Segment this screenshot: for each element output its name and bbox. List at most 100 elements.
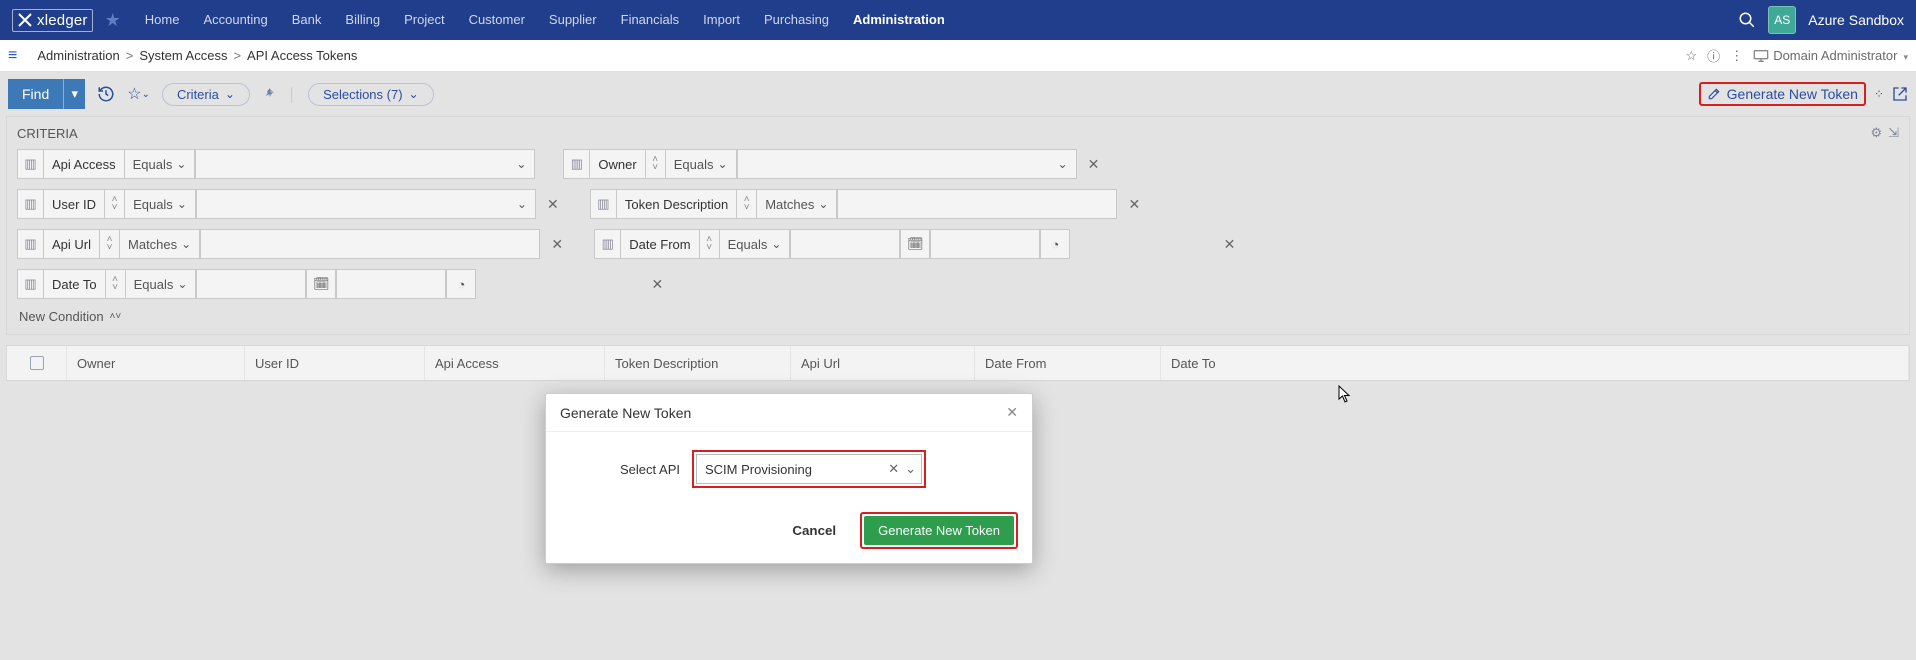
cancel-button[interactable]: Cancel (782, 512, 846, 549)
role-switcher[interactable]: Domain Administrator (1753, 48, 1908, 63)
generate-token-submit-button[interactable]: Generate New Token (864, 516, 1014, 545)
remove-cond-icon[interactable]: ✕ (548, 236, 566, 253)
criteria-settings-icon[interactable]: ⚙ (1870, 125, 1882, 141)
calendar-icon[interactable]: 🗓 (900, 229, 930, 259)
sort-toggle-icon[interactable]: ˄˅ (99, 229, 119, 259)
dropdown-toggle-icon[interactable]: ⌄ (905, 461, 916, 477)
pin-icon[interactable] (262, 86, 276, 102)
cond-op-select[interactable]: Equals (125, 269, 197, 299)
cond-label: Owner (589, 149, 644, 179)
favorite-star-icon[interactable]: ★ (105, 10, 121, 31)
user-avatar[interactable]: AS (1768, 6, 1796, 34)
open-external-icon[interactable] (1892, 86, 1908, 102)
cond-handle-icon[interactable]: ▥ (17, 149, 43, 179)
cond-op-select[interactable]: Equals (719, 229, 791, 259)
cond-date-value[interactable] (196, 269, 306, 299)
cond-date-value[interactable] (790, 229, 900, 259)
col-owner[interactable]: Owner (67, 346, 245, 380)
cond-api-access: ▥ Api Access Equals (17, 149, 535, 179)
sort-toggle-icon[interactable]: ˄˅ (736, 189, 756, 219)
cond-date-value-2[interactable] (336, 269, 446, 299)
cond-handle-icon[interactable]: ▥ (17, 229, 43, 259)
select-api-label: Select API (560, 462, 680, 477)
criteria-chip[interactable]: Criteria (162, 83, 250, 106)
cond-value-input[interactable] (837, 189, 1117, 219)
nav-bank[interactable]: Bank (280, 0, 334, 40)
remove-cond-icon[interactable]: ✕ (1125, 196, 1143, 213)
col-token-description[interactable]: Token Description (605, 346, 791, 380)
find-button[interactable]: Find ▾ (8, 79, 85, 109)
nav-billing[interactable]: Billing (333, 0, 392, 40)
nav-project[interactable]: Project (392, 0, 456, 40)
kebab-menu-icon[interactable]: ⋮ (1730, 48, 1743, 64)
clock-icon[interactable]: ◔ (1040, 229, 1070, 259)
criteria-pin-icon[interactable]: ⇲ (1888, 125, 1899, 141)
cond-op-select[interactable]: Equals (665, 149, 737, 179)
cond-handle-icon[interactable]: ▥ (17, 269, 43, 299)
col-date-to[interactable]: Date To (1161, 346, 1909, 380)
cond-value-input[interactable] (200, 229, 540, 259)
cond-value-input[interactable] (195, 149, 535, 179)
new-condition-button[interactable]: New Condition ˄˅ (17, 309, 1899, 324)
remove-cond-icon[interactable]: ✕ (648, 276, 666, 293)
cond-value-input[interactable] (737, 149, 1077, 179)
sort-toggle-icon[interactable]: ˄˅ (699, 229, 719, 259)
remove-cond-icon[interactable]: ✕ (1085, 156, 1103, 173)
history-icon[interactable] (97, 85, 115, 103)
cond-handle-icon[interactable]: ▥ (594, 229, 620, 259)
col-api-access[interactable]: Api Access (425, 346, 605, 380)
cond-op-select[interactable]: Equals (124, 149, 196, 179)
star-dropdown-icon[interactable]: ☆⌄ (127, 84, 150, 104)
crumb-1[interactable]: Administration (37, 48, 119, 63)
nav-home[interactable]: Home (133, 0, 192, 40)
crumb-3[interactable]: API Access Tokens (247, 48, 357, 63)
clear-input-icon[interactable]: ✕ (888, 461, 899, 477)
search-icon[interactable] (1738, 11, 1756, 29)
results-table: Owner User ID Api Access Token Descripti… (6, 345, 1910, 381)
nav-accounting[interactable]: Accounting (191, 0, 279, 40)
col-user-id[interactable]: User ID (245, 346, 425, 380)
sort-toggle-icon[interactable]: ˄˅ (105, 269, 125, 299)
clock-icon[interactable]: ◔ (446, 269, 476, 299)
cond-handle-icon[interactable]: ▥ (590, 189, 616, 219)
submit-highlight: Generate New Token (860, 512, 1018, 549)
crumb-2[interactable]: System Access (139, 48, 227, 63)
selections-chip[interactable]: Selections (7) (308, 83, 434, 106)
nav-purchasing[interactable]: Purchasing (752, 0, 841, 40)
cond-value-input[interactable] (196, 189, 536, 219)
cond-op-select[interactable]: Equals (124, 189, 196, 219)
remove-cond-icon[interactable]: ✕ (544, 196, 562, 213)
select-api-highlight: ✕ ⌄ (692, 450, 926, 488)
modal-close-icon[interactable]: ✕ (1006, 404, 1018, 421)
bookmark-star-icon[interactable]: ☆ (1686, 48, 1698, 64)
cond-label: Api Access (43, 149, 124, 179)
col-api-url[interactable]: Api Url (791, 346, 975, 380)
find-dropdown-toggle[interactable]: ▾ (63, 79, 85, 109)
user-initials: AS (1774, 13, 1790, 27)
generate-token-modal: Generate New Token ✕ Select API ✕ ⌄ Canc… (545, 393, 1033, 564)
nav-administration[interactable]: Administration (841, 0, 957, 40)
nav-customer[interactable]: Customer (457, 0, 537, 40)
cond-op-select[interactable]: Matches (756, 189, 837, 219)
page-toolbar: Find ▾ ☆⌄ Criteria │ Selections (7) Gene… (0, 72, 1916, 116)
cond-token-description: ▥ Token Description ˄˅ Matches ✕ (590, 189, 1144, 219)
menu-toggle-icon[interactable]: ≡ (8, 47, 17, 65)
brand-logo[interactable]: xledger (12, 9, 93, 32)
find-button-label: Find (8, 79, 63, 109)
cond-handle-icon[interactable]: ▥ (563, 149, 589, 179)
environment-label[interactable]: Azure Sandbox (1808, 12, 1904, 28)
remove-cond-icon[interactable]: ✕ (1220, 236, 1238, 253)
cond-date-value-2[interactable] (930, 229, 1040, 259)
nav-supplier[interactable]: Supplier (537, 0, 609, 40)
col-date-from[interactable]: Date From (975, 346, 1161, 380)
sort-toggle-icon[interactable]: ˄˅ (104, 189, 124, 219)
calendar-icon[interactable]: 🗓 (306, 269, 336, 299)
cond-op-select[interactable]: Matches (119, 229, 200, 259)
help-icon[interactable]: ⓘ (1707, 46, 1720, 65)
sort-toggle-icon[interactable]: ˄˅ (645, 149, 665, 179)
generate-token-link[interactable]: Generate New Token (1707, 86, 1858, 102)
col-checkbox[interactable] (7, 346, 67, 380)
nav-import[interactable]: Import (691, 0, 752, 40)
nav-financials[interactable]: Financials (609, 0, 692, 40)
cond-handle-icon[interactable]: ▥ (17, 189, 43, 219)
